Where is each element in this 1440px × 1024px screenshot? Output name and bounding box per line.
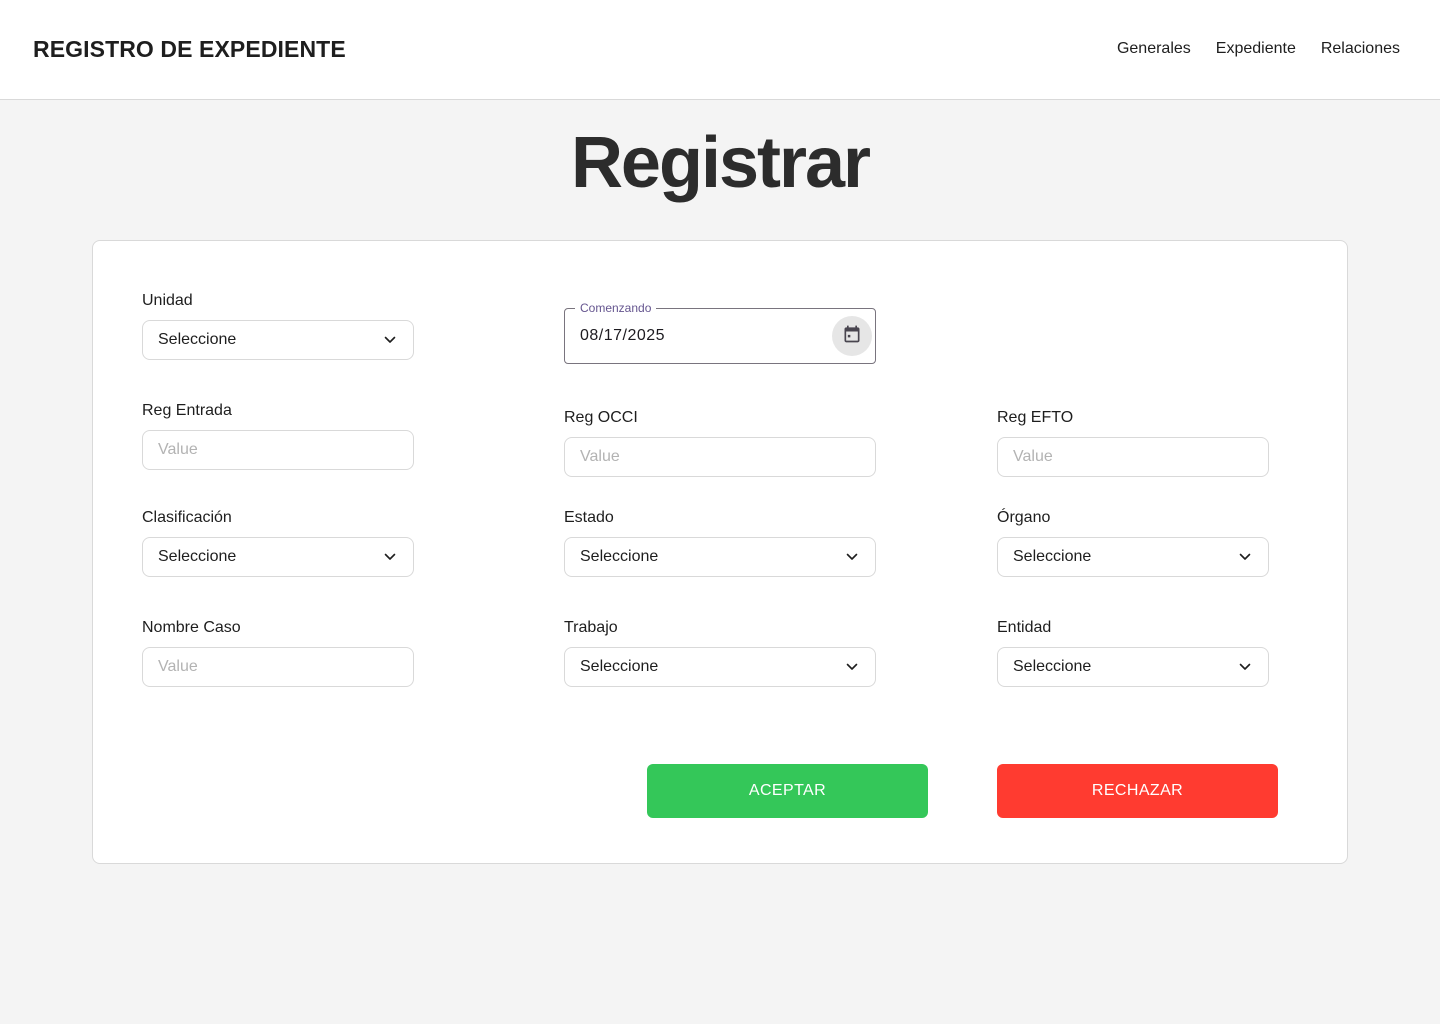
estado-value: Seleccione	[580, 548, 659, 565]
chevron-down-icon	[844, 549, 860, 565]
chevron-down-icon	[1237, 659, 1253, 675]
clasificacion-select[interactable]: Seleccione	[142, 537, 414, 577]
chevron-down-icon	[844, 659, 860, 675]
calendar-icon	[842, 324, 862, 349]
clasificacion-label: Clasificación	[142, 509, 232, 526]
entidad-select[interactable]: Seleccione	[997, 647, 1269, 687]
estado-label: Estado	[564, 509, 614, 526]
unidad-value: Seleccione	[158, 331, 237, 348]
clasificacion-value: Seleccione	[158, 548, 237, 565]
calendar-button[interactable]	[832, 316, 872, 356]
nav-expediente[interactable]: Expediente	[1216, 40, 1296, 58]
reg-entrada-label: Reg Entrada	[142, 402, 232, 419]
unidad-label: Unidad	[142, 292, 193, 309]
reg-occi-input-box[interactable]	[564, 437, 876, 477]
trabajo-select[interactable]: Seleccione	[564, 647, 876, 687]
comenzando-date-field[interactable]: Comenzando 08/17/2025	[564, 301, 876, 364]
organo-value: Seleccione	[1013, 548, 1092, 565]
entidad-value: Seleccione	[1013, 658, 1092, 675]
comenzando-label: Comenzando	[575, 301, 657, 315]
reg-occi-label: Reg OCCI	[564, 409, 638, 426]
unidad-select[interactable]: Seleccione	[142, 320, 414, 360]
chevron-down-icon	[382, 549, 398, 565]
trabajo-value: Seleccione	[580, 658, 659, 675]
reg-entrada-input-box[interactable]	[142, 430, 414, 470]
nombre-caso-label: Nombre Caso	[142, 619, 241, 636]
reject-button[interactable]: RECHAZAR	[997, 764, 1278, 818]
entidad-label: Entidad	[997, 619, 1052, 636]
nav-generales[interactable]: Generales	[1117, 40, 1191, 58]
page-title: Registrar	[570, 123, 871, 203]
accept-button[interactable]: ACEPTAR	[647, 764, 928, 818]
reg-entrada-input[interactable]	[158, 441, 398, 459]
estado-select[interactable]: Seleccione	[564, 537, 876, 577]
nombre-caso-input-box[interactable]	[142, 647, 414, 687]
reg-efto-input-box[interactable]	[997, 437, 1269, 477]
nav-relaciones[interactable]: Relaciones	[1321, 40, 1400, 58]
app-title: REGISTRO DE EXPEDIENTE	[33, 36, 346, 62]
organo-select[interactable]: Seleccione	[997, 537, 1269, 577]
comenzando-value: 08/17/2025	[580, 327, 666, 344]
reg-efto-label: Reg EFTO	[997, 409, 1074, 426]
top-bar: REGISTRO DE EXPEDIENTE Generales Expedie…	[0, 0, 1440, 100]
nombre-caso-input[interactable]	[158, 658, 398, 676]
trabajo-label: Trabajo	[564, 619, 618, 636]
chevron-down-icon	[382, 332, 398, 348]
reg-efto-input[interactable]	[1013, 448, 1253, 466]
reg-occi-input[interactable]	[580, 448, 860, 466]
organo-label: Órgano	[997, 509, 1051, 526]
top-nav: Generales Expediente Relaciones	[1117, 40, 1400, 58]
chevron-down-icon	[1237, 549, 1253, 565]
